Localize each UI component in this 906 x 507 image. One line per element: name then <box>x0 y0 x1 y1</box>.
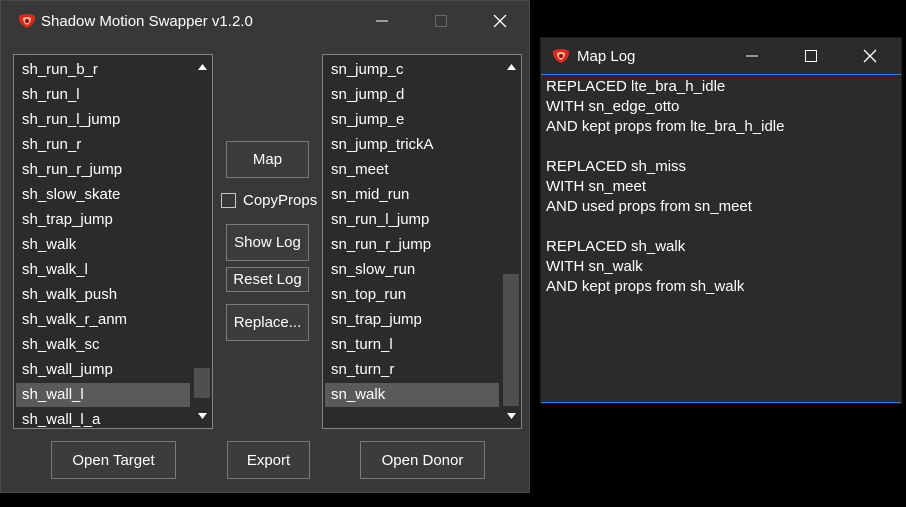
list-item[interactable]: sn_jump_e <box>325 108 499 132</box>
log-line: WITH sn_walk <box>546 258 643 275</box>
scroll-down-icon <box>197 413 207 419</box>
log-line: REPLACED sh_miss <box>546 158 687 175</box>
show-log-button[interactable]: Show Log <box>226 224 309 261</box>
list-item[interactable]: sn_slow_run <box>325 258 499 282</box>
minimize-button[interactable] <box>729 40 775 72</box>
minimize-button[interactable] <box>359 5 405 37</box>
scroll-up-button[interactable] <box>502 58 520 76</box>
app-icon <box>552 49 570 63</box>
log-line: REPLACED lte_bra_h_idle <box>546 78 726 95</box>
list-item[interactable]: sn_jump_c <box>325 58 499 82</box>
title-bar[interactable]: Shadow Motion Swapper v1.2.0 <box>1 1 529 41</box>
log-line: WITH sn_meet <box>546 178 647 195</box>
scroll-down-button[interactable] <box>502 407 520 425</box>
list-item[interactable]: sh_walk_l <box>16 258 190 282</box>
list-item[interactable]: sn_turn_r <box>325 358 499 382</box>
log-line: REPLACED sh_walk <box>546 238 686 255</box>
list-item[interactable]: sh_wall_l <box>16 383 190 407</box>
map-button[interactable]: Map <box>226 141 309 178</box>
list-item[interactable]: sh_wall_l_a <box>16 408 190 428</box>
close-icon <box>863 49 877 63</box>
list-item[interactable]: sn_mid_run <box>325 183 499 207</box>
target-animation-list[interactable]: sh_run_b_r sh_run_l sh_run_l_jump sh_run_r s… <box>13 54 213 429</box>
app-icon <box>18 14 36 28</box>
list-item[interactable]: sn_trap_jump <box>325 308 499 332</box>
log-text-area[interactable]: REPLACED lte_bra_h_idle WITH sn_edge_otto… <box>546 77 784 297</box>
export-button[interactable]: Export <box>227 441 310 479</box>
log-line: WITH sn_edge_otto <box>546 98 680 115</box>
window-title: Shadow Motion Swapper v1.2.0 <box>41 13 253 30</box>
donor-animation-list[interactable]: sn_jump_c sn_jump_d sn_jump_e sn_jump_trick… <box>322 54 522 429</box>
list-item[interactable]: sh_wall_jump <box>16 358 190 382</box>
log-bottom-border <box>541 402 901 403</box>
list-item[interactable]: sh_run_r_jump <box>16 158 190 182</box>
list-item[interactable]: sn_run_l_jump <box>325 208 499 232</box>
map-log-window: Map Log REPLACED lte_bra_h_idle WITH sn_e… <box>540 37 902 404</box>
scrollbar-thumb[interactable] <box>503 274 519 406</box>
list-item[interactable]: sn_jump_d <box>325 83 499 107</box>
copy-props-label[interactable]: CopyProps <box>243 192 317 209</box>
list-item[interactable]: sn_meet <box>325 158 499 182</box>
log-line: AND used props from sn_meet <box>546 198 752 215</box>
replace-button[interactable]: Replace... <box>226 304 309 341</box>
log-window-title: Map Log <box>577 48 636 65</box>
maximize-icon <box>805 50 817 62</box>
log-line: AND kept props from sh_walk <box>546 278 745 295</box>
list-item[interactable]: sh_run_l <box>16 83 190 107</box>
minimize-icon <box>376 20 388 22</box>
list-item[interactable]: sh_run_r <box>16 133 190 157</box>
list-item[interactable]: sn_turn_l <box>325 333 499 357</box>
scroll-up-button[interactable] <box>193 58 211 76</box>
reset-log-button[interactable]: Reset Log <box>226 267 309 292</box>
log-title-bar[interactable]: Map Log <box>541 38 901 75</box>
minimize-icon <box>746 55 758 57</box>
list-item[interactable]: sh_walk_sc <box>16 333 190 357</box>
open-donor-button[interactable]: Open Donor <box>360 441 485 479</box>
maximize-button[interactable] <box>418 5 464 37</box>
list-item[interactable]: sh_walk_r_anm <box>16 308 190 332</box>
log-accent-line <box>541 74 901 75</box>
list-item[interactable]: sh_trap_jump <box>16 208 190 232</box>
target-list-scrollbar[interactable] <box>193 56 211 427</box>
list-item[interactable]: sh_walk <box>16 233 190 257</box>
list-item[interactable]: sh_run_b_r <box>16 58 190 82</box>
donor-list-scrollbar[interactable] <box>502 56 520 427</box>
maximize-button[interactable] <box>788 40 834 72</box>
scroll-up-icon <box>197 64 207 70</box>
scrollbar-thumb[interactable] <box>194 368 210 398</box>
scroll-up-icon <box>506 64 516 70</box>
close-icon <box>493 14 507 28</box>
close-button[interactable] <box>477 5 523 37</box>
list-item[interactable]: sh_walk_push <box>16 283 190 307</box>
list-item[interactable]: sn_run_r_jump <box>325 233 499 257</box>
list-item[interactable]: sh_run_l_jump <box>16 108 190 132</box>
close-button[interactable] <box>847 40 893 72</box>
log-line: AND kept props from lte_bra_h_idle <box>546 118 785 135</box>
list-item[interactable]: sn_walk <box>325 383 499 407</box>
open-target-button[interactable]: Open Target <box>51 441 176 479</box>
scroll-down-button[interactable] <box>193 407 211 425</box>
scroll-down-icon <box>506 413 516 419</box>
list-item[interactable]: sh_slow_skate <box>16 183 190 207</box>
copy-props-checkbox[interactable] <box>221 193 236 208</box>
maximize-icon <box>435 15 447 27</box>
list-item[interactable]: sn_jump_trickA <box>325 133 499 157</box>
main-window: Shadow Motion Swapper v1.2.0 sh_run_b_r s… <box>0 0 530 493</box>
list-item[interactable]: sn_top_run <box>325 283 499 307</box>
